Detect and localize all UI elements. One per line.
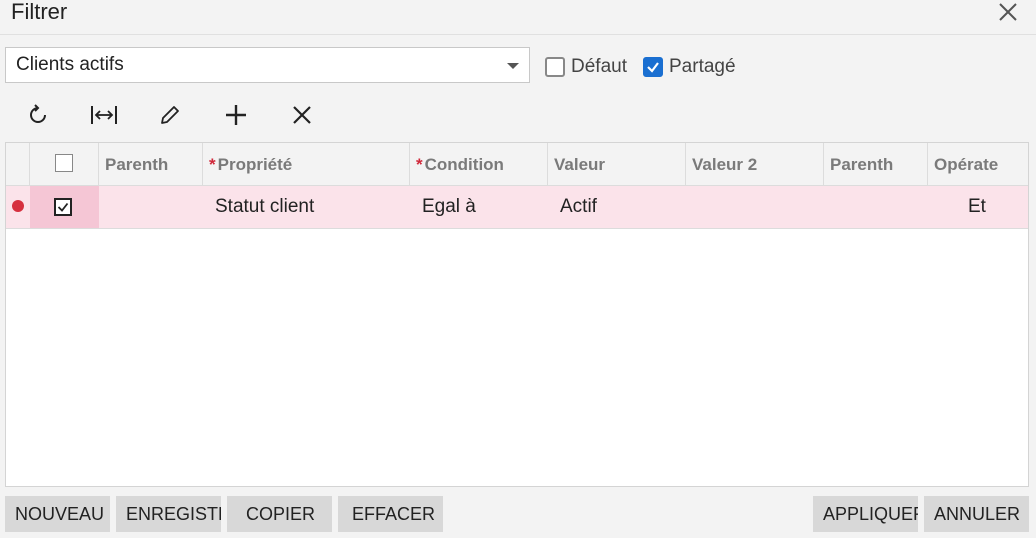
column-header-condition[interactable]: * Condition xyxy=(410,143,548,186)
column-header-property-label: Propriété xyxy=(217,155,293,174)
new-button[interactable]: NOUVEAU xyxy=(5,496,110,532)
column-header-condition-label: Condition xyxy=(424,155,504,174)
check-icon xyxy=(57,202,69,212)
row-checkbox[interactable] xyxy=(54,198,72,216)
cell-parenth-open[interactable] xyxy=(105,186,203,228)
filter-grid: Parenth * Propriété * Condition Valeur Val… xyxy=(5,142,1029,487)
column-header-parenth-close[interactable]: Parenth xyxy=(824,143,928,186)
shared-option[interactable]: Partagé xyxy=(643,56,736,78)
save-button[interactable]: ENREGISTRER xyxy=(116,496,221,532)
header-select-all-cell xyxy=(30,143,99,186)
shared-label: Partagé xyxy=(669,56,736,77)
cell-condition[interactable]: Egal à xyxy=(422,186,542,228)
delete-icon xyxy=(293,106,311,124)
column-header-value[interactable]: Valeur xyxy=(548,143,686,186)
filter-select[interactable]: Clients actifs xyxy=(5,47,530,83)
grid-header: Parenth * Propriété * Condition Valeur Val… xyxy=(6,143,1028,186)
cell-value[interactable]: Actif xyxy=(560,186,680,228)
add-icon xyxy=(226,105,246,125)
edit-button[interactable] xyxy=(152,98,188,132)
cancel-button[interactable]: ANNULER xyxy=(924,496,1029,532)
fit-columns-button[interactable] xyxy=(86,98,122,132)
filter-select-value: Clients actifs xyxy=(16,54,124,75)
cell-property[interactable]: Statut client xyxy=(215,186,405,228)
column-header-operator[interactable]: Opérate xyxy=(928,143,1028,186)
default-checkbox[interactable] xyxy=(545,57,565,77)
copy-button[interactable]: COPIER xyxy=(227,496,332,532)
close-icon xyxy=(999,3,1017,21)
close-button[interactable] xyxy=(996,0,1020,24)
cell-parenth-close[interactable] xyxy=(836,186,926,228)
chevron-down-icon xyxy=(507,63,519,69)
active-row-indicator xyxy=(12,200,24,212)
row-select-cell xyxy=(30,186,99,228)
default-option[interactable]: Défaut xyxy=(545,56,627,78)
delete-button[interactable] xyxy=(284,98,320,132)
cell-operator[interactable]: Et xyxy=(968,186,1018,228)
column-header-value2[interactable]: Valeur 2 xyxy=(686,143,824,186)
add-button[interactable] xyxy=(218,98,254,132)
default-label: Défaut xyxy=(571,56,627,77)
grid-toolbar xyxy=(20,98,350,132)
clear-button[interactable]: EFFACER xyxy=(338,496,443,532)
refresh-icon xyxy=(30,104,46,123)
dialog-titlebar: Filtrer xyxy=(0,0,1036,35)
apply-button[interactable]: APPLIQUER xyxy=(813,496,918,532)
check-icon xyxy=(647,62,659,73)
column-header-property[interactable]: * Propriété xyxy=(203,143,410,186)
fit-columns-icon xyxy=(91,106,117,124)
required-marker: * xyxy=(209,155,216,174)
dialog-title: Filtrer xyxy=(11,0,68,24)
required-marker: * xyxy=(416,155,423,174)
header-indicator-cell xyxy=(6,143,30,186)
column-header-parenth-open[interactable]: Parenth xyxy=(99,143,203,186)
refresh-button[interactable] xyxy=(20,98,56,132)
edit-icon xyxy=(161,106,179,124)
select-all-checkbox[interactable] xyxy=(55,154,73,172)
cell-value2[interactable] xyxy=(698,186,818,228)
table-row[interactable]: Statut client Egal à Actif Et xyxy=(6,186,1028,229)
shared-checkbox[interactable] xyxy=(643,57,663,77)
